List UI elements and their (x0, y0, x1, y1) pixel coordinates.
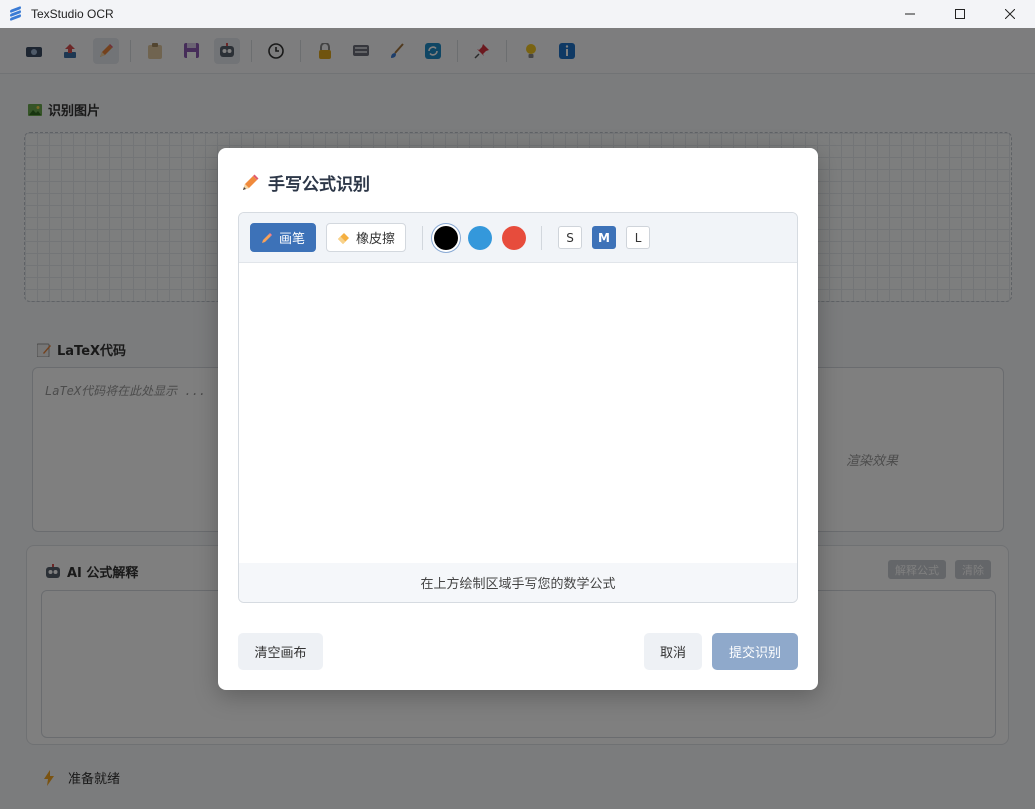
color-swatch-red[interactable] (502, 225, 527, 250)
minimize-icon (905, 13, 915, 15)
modal-header: 手写公式识别 (240, 170, 370, 195)
drawing-canvas[interactable] (239, 263, 797, 563)
color-swatch-black[interactable] (434, 225, 459, 250)
maximize-button[interactable] (935, 0, 985, 28)
pencil-icon (262, 232, 272, 243)
maximize-icon (955, 9, 965, 19)
size-large-button[interactable]: L (626, 226, 651, 249)
window-title: TexStudio OCR (31, 7, 114, 21)
minimize-button[interactable] (885, 0, 935, 28)
clear-canvas-button[interactable]: 清空画布 (238, 633, 323, 670)
modal-title: 手写公式识别 (268, 175, 370, 195)
submit-recognition-button[interactable]: 提交识别 (712, 633, 798, 670)
pencil-icon (240, 173, 260, 193)
color-swatch-blue[interactable] (468, 225, 493, 250)
drawing-panel: 画笔 橡皮擦 S M L 在上方绘制区域手写您的数学公式 (238, 212, 798, 603)
canvas-hint: 在上方绘制区域手写您的数学公式 (239, 563, 797, 602)
close-button[interactable] (985, 0, 1035, 28)
cancel-button[interactable]: 取消 (644, 633, 702, 670)
eraser-tool-label: 橡皮擦 (356, 232, 396, 247)
eraser-tool-button[interactable]: 橡皮擦 (326, 223, 407, 252)
app-logo-icon (9, 5, 23, 22)
eraser-icon (338, 232, 350, 244)
pen-tool-label: 画笔 (279, 232, 306, 247)
window-controls (885, 0, 1035, 28)
size-small-button[interactable]: S (558, 226, 583, 249)
toolbar-divider (422, 225, 424, 250)
handwriting-modal: 手写公式识别 画笔 橡皮擦 S M L 在上方绘制区域手写您的数学公式 清空画布… (218, 148, 818, 690)
pen-tool-button[interactable]: 画笔 (250, 223, 317, 252)
close-icon (1005, 9, 1015, 19)
title-bar: TexStudio OCR (0, 0, 1035, 28)
toolbar-divider (541, 225, 543, 250)
drawing-toolbar: 画笔 橡皮擦 S M L (239, 213, 797, 263)
size-medium-button[interactable]: M (592, 226, 617, 249)
